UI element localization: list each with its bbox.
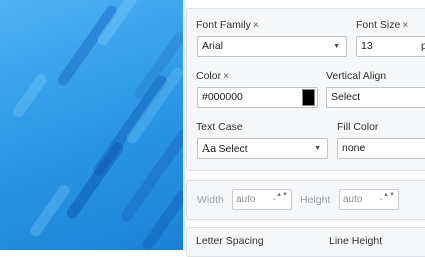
width-value: auto [236,194,256,205]
font-size-value: 13 [361,40,373,52]
chevron-down-icon: ▼ [333,43,340,50]
vertical-align-label: Vertical Align [326,70,387,82]
typography-panel: Font Family× Arial ▼ Font Size× 13 p Col… [186,8,425,171]
fill-color-label: Fill Color [337,121,379,133]
color-swatch[interactable] [302,89,315,106]
font-size-input[interactable]: 13 p [356,36,425,57]
color-label: Color × [196,70,229,82]
line-height-label: Line Height [329,235,383,247]
spacing-panel: Letter Spacing Line Height [186,227,425,257]
width-input[interactable]: auto - ▲▼ [232,189,292,210]
close-icon[interactable]: × [253,20,259,31]
font-family-value: Arial [202,40,224,52]
width-label: Width [197,194,224,206]
text-case-label: Text Case [196,121,243,133]
color-value: #000000 [202,91,243,103]
font-size-unit: p [421,37,425,56]
color-input[interactable]: #000000 [197,87,318,108]
vertical-align-select[interactable]: Select [326,87,425,108]
spinner-icon[interactable]: ▲▼ [383,192,395,199]
height-label: Height [300,194,331,206]
font-size-label: Font Size × [356,19,409,31]
fill-color-value: none [342,142,366,154]
text-case-icon: Aa [202,142,217,155]
font-family-select[interactable]: Arial ▼ [197,36,347,57]
chevron-down-icon: ▼ [314,145,321,152]
decorative-background [0,0,183,250]
vertical-align-value: Select [331,91,361,103]
font-family-label: Font Family × [196,19,259,31]
height-value: auto [343,194,363,205]
text-case-select[interactable]: Aa Select ▼ [197,138,328,159]
spinner-icon[interactable]: ▲▼ [276,192,288,199]
letter-spacing-label: Letter Spacing [196,235,264,247]
close-icon[interactable]: × [223,71,229,82]
close-icon[interactable]: × [402,20,408,31]
text-case-value: Select [218,143,248,155]
dimensions-panel: Width auto - ▲▼ Height auto - ▲▼ [186,180,425,220]
height-input[interactable]: auto - ▲▼ [339,189,399,210]
pane-divider [183,0,185,250]
fill-color-input[interactable]: none [337,138,425,159]
